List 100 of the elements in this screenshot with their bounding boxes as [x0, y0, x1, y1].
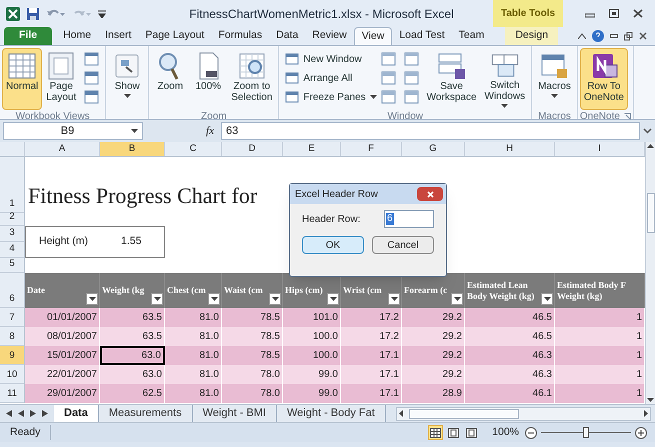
maximize-icon[interactable] — [609, 9, 619, 18]
column-header[interactable]: E — [283, 142, 341, 156]
dialog-button[interactable]: OK — [302, 236, 364, 254]
ribbon-tab[interactable]: Insert — [98, 27, 138, 45]
window-icon[interactable] — [404, 52, 419, 66]
view-button[interactable] — [446, 425, 462, 440]
ribbon-button[interactable]: 100% — [189, 48, 228, 110]
view-button[interactable] — [428, 425, 444, 440]
scroll-right-icon[interactable] — [644, 410, 648, 417]
scrollbar-thumb[interactable] — [408, 408, 519, 418]
ribbon-button[interactable]: Page Layout — [42, 48, 80, 110]
formula-field[interactable]: 63 — [221, 122, 640, 140]
vertical-scrollbar[interactable] — [645, 142, 655, 404]
row-header[interactable]: 1 — [0, 157, 24, 213]
save-icon[interactable] — [26, 6, 40, 20]
view-icon — [448, 428, 460, 438]
filter-button[interactable] — [388, 293, 400, 305]
function-label[interactable]: fx — [206, 122, 214, 140]
row-header[interactable]: 7 — [0, 308, 24, 327]
ribbon-button[interactable]: Zoom to Selection — [227, 48, 276, 110]
window-icon[interactable] — [380, 52, 396, 66]
sheet-tab[interactable]: Weight - Body Fat — [276, 405, 386, 422]
filter-button[interactable] — [451, 293, 463, 305]
view-button[interactable] — [464, 425, 480, 440]
row-header[interactable]: 2 — [0, 213, 24, 226]
ribbon-button[interactable]: Row To OneNote — [580, 48, 628, 110]
row-header[interactable]: 9 — [0, 346, 24, 365]
restore-icon[interactable] — [624, 32, 633, 40]
column-header[interactable]: D — [222, 142, 283, 156]
window-icon[interactable] — [404, 71, 419, 85]
row-header[interactable]: 6 — [0, 273, 24, 308]
scroll-down-icon[interactable] — [647, 398, 654, 402]
row-header[interactable]: 10 — [0, 365, 24, 384]
table-cell: 17.1 — [341, 384, 402, 403]
filter-button[interactable] — [541, 293, 553, 305]
scroll-up-icon[interactable] — [647, 144, 654, 148]
filter-button[interactable] — [269, 293, 281, 305]
ribbon-tab[interactable]: Review — [305, 27, 354, 45]
horizontal-scrollbar[interactable] — [396, 406, 651, 420]
ribbon-tab[interactable]: File — [4, 27, 52, 45]
collapse-ribbon-icon[interactable] — [578, 33, 586, 39]
ribbon-tab[interactable]: Formulas — [211, 27, 270, 45]
customize-caret-icon[interactable] — [98, 10, 106, 18]
ribbon-button[interactable]: Macros — [534, 48, 575, 110]
sheet-tab[interactable]: Measurements — [98, 405, 193, 422]
filter-button[interactable] — [86, 293, 98, 305]
row-header[interactable]: 3 — [0, 226, 24, 242]
name-box[interactable]: B9 — [3, 122, 143, 140]
header-row-field[interactable]: 6 — [384, 210, 434, 228]
ribbon-button[interactable]: Zoom — [151, 48, 190, 110]
window-icon[interactable] — [84, 52, 100, 66]
dialog-button[interactable]: Cancel — [372, 236, 434, 254]
dropdown-caret-icon — [544, 297, 550, 301]
window-icon[interactable] — [84, 90, 100, 104]
ribbon-button[interactable]: Show — [108, 48, 146, 110]
window-icon — [285, 72, 300, 84]
window-icon[interactable] — [380, 71, 396, 85]
close-icon[interactable] — [639, 32, 647, 40]
column-header[interactable]: G — [402, 142, 465, 156]
ribbon-small-button[interactable]: Arrange All — [285, 70, 377, 86]
minimize-icon[interactable] — [610, 34, 618, 38]
window-icon[interactable] — [404, 90, 419, 104]
close-button[interactable] — [417, 187, 443, 201]
ribbon-tab[interactable]: Team — [452, 27, 492, 45]
filter-button[interactable] — [327, 293, 339, 305]
sheet-tab[interactable]: Data — [54, 405, 99, 422]
filter-button[interactable] — [151, 293, 163, 305]
scroll-left-icon[interactable] — [398, 410, 403, 417]
column-header[interactable]: B — [100, 142, 165, 156]
zoom-percent[interactable]: 100% — [492, 424, 519, 440]
ribbon-tab[interactable]: Design — [505, 27, 558, 45]
filter-button[interactable] — [208, 293, 220, 305]
column-header[interactable]: C — [165, 142, 222, 156]
ribbon-button[interactable]: Normal — [2, 48, 42, 110]
ribbon-tab[interactable]: Page Layout — [138, 27, 212, 45]
sheet-tab[interactable]: Weight - BMI — [192, 405, 277, 422]
zoom-out-icon[interactable] — [525, 426, 537, 438]
column-header[interactable]: F — [341, 142, 402, 156]
ribbon-button[interactable]: Save Workspace — [422, 48, 481, 110]
dialog-launcher-icon[interactable] — [624, 113, 631, 120]
row-header[interactable]: 4 — [0, 242, 24, 258]
column-header[interactable]: H — [465, 142, 555, 156]
zoom-slider-thumb[interactable] — [583, 426, 589, 438]
row-header[interactable]: 11 — [0, 384, 24, 403]
ribbon-button[interactable]: Switch Windows — [480, 48, 530, 110]
help-icon[interactable] — [592, 30, 604, 42]
zoom-slider[interactable] — [541, 426, 631, 438]
ribbon-tab[interactable]: Load Test — [392, 27, 452, 45]
ribbon-tab[interactable]: Home — [56, 27, 98, 45]
zoom-in-icon[interactable] — [635, 426, 647, 438]
ribbon-small-button[interactable]: Freeze Panes — [285, 89, 377, 105]
scrollbar-thumb[interactable] — [646, 193, 654, 233]
ribbon-small-button[interactable]: New Window — [285, 51, 377, 67]
close-icon[interactable] — [633, 9, 643, 18]
row-header[interactable]: 5 — [0, 258, 24, 273]
window-icon[interactable] — [84, 71, 100, 85]
ribbon-tab[interactable]: View — [354, 27, 392, 45]
window-icon[interactable] — [380, 90, 396, 104]
expand-caret-icon[interactable] — [643, 128, 652, 134]
ribbon-tab[interactable]: Data — [269, 27, 306, 45]
